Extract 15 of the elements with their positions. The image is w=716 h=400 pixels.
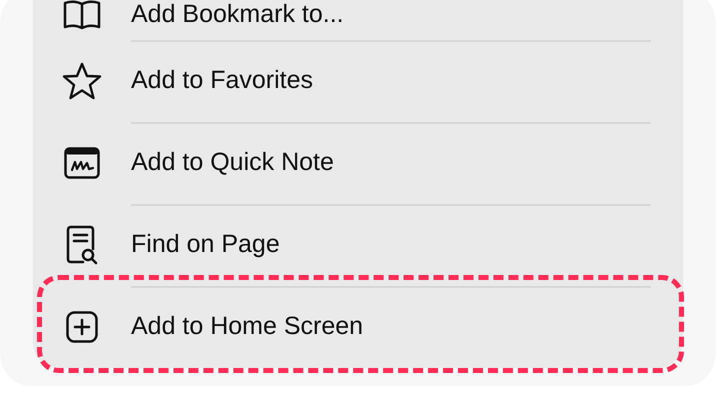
menu-item[interactable]: Add to Favorites (33, 40, 683, 122)
star-icon (62, 62, 102, 100)
menu-item-label: Add to Favorites (131, 65, 314, 96)
menu-item-label: Add Bookmark to... (131, 0, 344, 30)
menu-item[interactable]: Add Bookmark to... (33, 0, 683, 40)
document-search-icon (65, 225, 99, 265)
note-icon (64, 147, 100, 179)
add-square-icon (66, 311, 98, 343)
menu-item[interactable]: Add to Home Screen (33, 286, 683, 368)
menu-item-label: Find on Page (131, 229, 280, 260)
menu-item-label: Add to Quick Note (131, 147, 334, 178)
book-icon (62, 0, 102, 31)
menu-item[interactable]: Find on Page (33, 204, 683, 286)
menu-item-label: Add to Home Screen (131, 311, 364, 342)
menu-item[interactable]: Add to Quick Note (33, 122, 683, 204)
